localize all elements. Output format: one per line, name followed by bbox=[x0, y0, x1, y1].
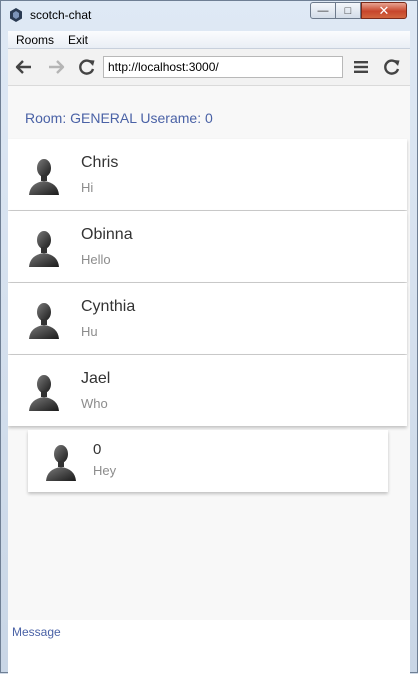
forward-arrow-icon[interactable] bbox=[46, 57, 66, 77]
app-window: scotch-chat — □ ✕ Rooms Exit http://loca… bbox=[0, 0, 418, 674]
avatar-icon bbox=[46, 445, 76, 481]
message-list: Chris Hi Obinna Hello Cynthia Hu Jael Wh… bbox=[8, 134, 410, 626]
minimize-button[interactable]: — bbox=[310, 2, 336, 19]
menu-exit[interactable]: Exit bbox=[60, 33, 94, 47]
avatar-icon bbox=[29, 231, 59, 267]
title-bar[interactable]: scotch-chat — □ ✕ bbox=[1, 1, 417, 29]
maximize-icon: □ bbox=[344, 4, 352, 17]
hamburger-menu-icon[interactable] bbox=[351, 57, 371, 77]
message-text: Hu bbox=[81, 324, 98, 339]
message-item: Chris Hi bbox=[8, 139, 407, 210]
avatar-icon bbox=[29, 303, 59, 339]
browser-toolbar: http://localhost:3000/ bbox=[8, 49, 410, 86]
menu-rooms[interactable]: Rooms bbox=[8, 33, 60, 47]
message-text: Hello bbox=[81, 252, 111, 267]
message-author: Obinna bbox=[81, 226, 133, 243]
message-text: Who bbox=[81, 396, 108, 411]
message-text: Hey bbox=[93, 463, 117, 478]
message-author: Cynthia bbox=[81, 298, 136, 315]
close-icon: ✕ bbox=[378, 2, 390, 18]
maximize-button[interactable]: □ bbox=[335, 2, 361, 19]
message-item: Jael Who bbox=[8, 355, 407, 426]
message-compose-area[interactable]: Message bbox=[8, 620, 410, 674]
avatar-icon bbox=[29, 375, 59, 411]
window-title: scotch-chat bbox=[30, 8, 92, 22]
message-author: Chris bbox=[81, 154, 119, 171]
app-icon bbox=[10, 8, 22, 22]
back-arrow-icon[interactable] bbox=[14, 57, 34, 77]
close-button[interactable]: ✕ bbox=[361, 2, 407, 19]
own-message-item: 0 Hey bbox=[28, 430, 388, 492]
avatar-icon bbox=[29, 159, 59, 195]
minimize-icon: — bbox=[317, 4, 329, 17]
refresh-icon[interactable] bbox=[382, 57, 402, 77]
chat-page: Room: GENERAL Userame: 0 Chris Hi Obinna… bbox=[8, 86, 410, 674]
message-item: Obinna Hello bbox=[8, 211, 407, 282]
menu-bar: Rooms Exit bbox=[8, 31, 410, 49]
client-area: Rooms Exit http://localhost:3000/ Room: … bbox=[8, 31, 410, 674]
message-input-label: Message bbox=[12, 625, 61, 639]
message-item: Cynthia Hu bbox=[8, 283, 407, 354]
message-text: Hi bbox=[81, 180, 94, 195]
room-header: Room: GENERAL Userame: 0 bbox=[25, 110, 213, 126]
message-author: 0 bbox=[93, 441, 102, 458]
url-input[interactable]: http://localhost:3000/ bbox=[103, 56, 343, 78]
message-author: Jael bbox=[81, 370, 111, 387]
reload-icon[interactable] bbox=[77, 57, 97, 77]
